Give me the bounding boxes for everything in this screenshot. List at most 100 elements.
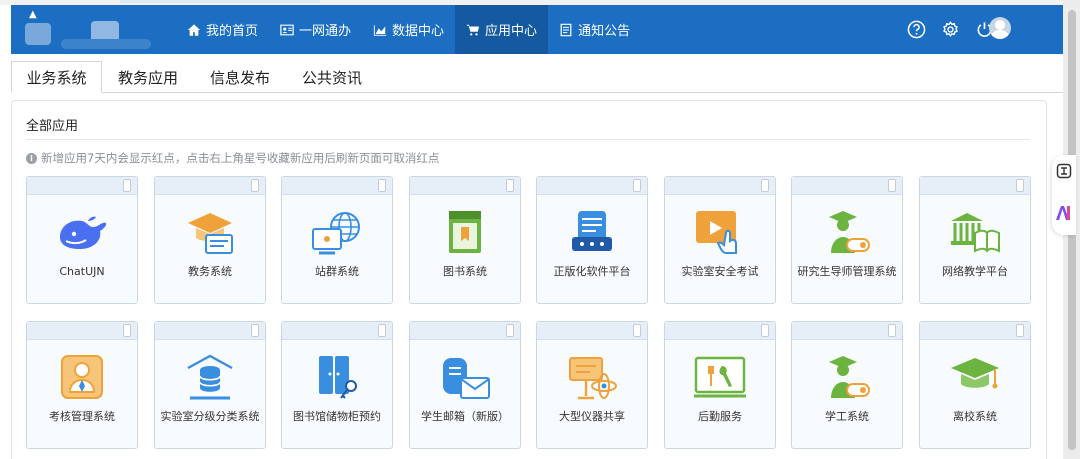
tab-info-publish[interactable]: 信息发布: [199, 61, 281, 93]
database-classify-icon: [187, 354, 233, 400]
app-card-online-teaching[interactable]: 网络教学平台: [919, 176, 1031, 304]
card-header: [537, 177, 647, 195]
site-logo[interactable]: ▲: [25, 9, 155, 51]
nav-item-notices[interactable]: 通知公告: [548, 5, 641, 54]
logo-blur-block: [61, 39, 151, 49]
favorite-toggle[interactable]: [251, 324, 259, 337]
app-label: 离校系统: [953, 410, 997, 423]
nav-item-data-center[interactable]: 数据中心: [362, 5, 455, 54]
nav-item-app-center[interactable]: 应用中心: [455, 5, 549, 54]
favorite-toggle[interactable]: [633, 324, 641, 337]
nav-item-label: 数据中心: [392, 24, 445, 39]
tab-teaching-apps[interactable]: 教务应用: [107, 61, 189, 93]
card-header: [665, 322, 775, 340]
app-label: 站群系统: [315, 265, 359, 278]
app-card-lab-classification[interactable]: 实验室分级分类系统: [154, 321, 266, 449]
settings-icon: [942, 21, 958, 37]
favorite-toggle[interactable]: [251, 179, 259, 192]
ai-assistant-icon[interactable]: [1055, 205, 1073, 221]
id-card-icon: [280, 24, 294, 35]
home-icon: [187, 23, 201, 36]
app-card-assessment[interactable]: 考核管理系统: [26, 321, 138, 449]
favorite-toggle[interactable]: [633, 179, 641, 192]
app-card-instrument-sharing[interactable]: 大型仪器共享: [536, 321, 648, 449]
nav-item-label: 我的首页: [206, 24, 259, 39]
app-card-logistics[interactable]: 后勤服务: [664, 321, 776, 449]
favorite-toggle[interactable]: [888, 324, 896, 337]
graduation-cap-icon: [188, 213, 233, 254]
favorite-toggle[interactable]: [123, 179, 131, 192]
card-header: [282, 177, 392, 195]
app-card-chatujn[interactable]: ChatUJN: [26, 176, 138, 304]
tip-text: 新增应用7天内会显示红点，点击右上角星号收藏新应用后刷新页面可取消红点: [41, 151, 440, 165]
app-card-site-cluster[interactable]: 站群系统: [281, 176, 393, 304]
web-globe-icon: [312, 212, 360, 255]
card-header: [27, 177, 137, 195]
app-label: 实验室安全考试: [681, 265, 759, 278]
favorite-toggle[interactable]: [506, 324, 514, 337]
app-label: 图书系统: [443, 265, 487, 278]
nav-item-one-stop[interactable]: 一网通办: [269, 5, 362, 54]
avatar[interactable]: [989, 17, 1011, 39]
app-label: 大型仪器共享: [559, 410, 625, 423]
info-icon: i: [26, 152, 37, 164]
app-label: 教务系统: [188, 265, 232, 278]
card-header: [410, 177, 520, 195]
translate-icon[interactable]: [1056, 163, 1072, 179]
graduate-mentor-icon: [829, 211, 870, 253]
student-mail-icon: [443, 358, 490, 399]
app-card-leave-school[interactable]: 离校系统: [919, 321, 1031, 449]
card-header: [792, 322, 902, 340]
app-card-student-affairs[interactable]: 学工系统: [791, 321, 903, 449]
card-header: [920, 322, 1030, 340]
card-header: [155, 322, 265, 340]
category-tabs: 业务系统 教务应用 信息发布 公共资讯: [11, 61, 1063, 93]
logo-blur-block: [25, 23, 51, 45]
card-header: [27, 322, 137, 340]
favorite-toggle[interactable]: [378, 179, 386, 192]
lab-exam-icon: [696, 211, 737, 254]
favorite-toggle[interactable]: [123, 324, 131, 337]
locker-icon: [319, 356, 357, 399]
favorite-toggle[interactable]: [1016, 179, 1024, 192]
instrument-share-icon: [569, 357, 617, 400]
settings-button[interactable]: [933, 5, 967, 54]
book-icon: [449, 211, 481, 253]
panel-title: 全部应用: [26, 119, 79, 134]
card-header: [792, 177, 902, 195]
card-header: [155, 177, 265, 195]
app-label: ChatUJN: [59, 265, 105, 278]
app-label: 网络教学平台: [942, 265, 1008, 278]
tab-public-news[interactable]: 公共资讯: [291, 61, 373, 93]
app-card-student-mail[interactable]: 学生邮箱（新版）: [409, 321, 521, 449]
online-teaching-icon: [951, 213, 1000, 253]
floating-toolbar: [1052, 155, 1076, 235]
app-card-academic-affairs[interactable]: 教务系统: [154, 176, 266, 304]
app-label: 后勤服务: [698, 410, 742, 423]
app-label: 学工系统: [825, 410, 869, 423]
favorite-toggle[interactable]: [378, 324, 386, 337]
app-card-library[interactable]: 图书系统: [409, 176, 521, 304]
app-card-mentor-management[interactable]: 研究生导师管理系统: [791, 176, 903, 304]
nav-item-label: 通知公告: [578, 24, 631, 39]
favorite-toggle[interactable]: [761, 179, 769, 192]
app-label: 图书馆储物柜预约: [293, 410, 381, 423]
app-card-licensed-software[interactable]: 正版化软件平台: [536, 176, 648, 304]
favorite-toggle[interactable]: [888, 179, 896, 192]
nav-menu: 我的首页 一网通办 数据中心 应用中心 通知公告: [176, 5, 641, 54]
favorite-toggle[interactable]: [761, 324, 769, 337]
area-chart-icon: [373, 24, 387, 36]
student-affairs-icon: [829, 356, 870, 398]
app-card-lab-safety-exam[interactable]: 实验室安全考试: [664, 176, 776, 304]
tab-business-systems[interactable]: 业务系统: [11, 61, 102, 93]
app-label: 学生邮箱（新版）: [421, 410, 509, 423]
logistics-tools-icon: [694, 356, 746, 398]
top-navbar: ▲ 我的首页 一网通办 数据中心 应用中心 通知公告: [11, 5, 1063, 54]
nav-item-home[interactable]: 我的首页: [176, 5, 269, 54]
help-button[interactable]: [899, 5, 933, 54]
favorite-toggle[interactable]: [506, 179, 514, 192]
app-card-locker-booking[interactable]: 图书馆储物柜预约: [281, 321, 393, 449]
app-label: 考核管理系统: [49, 410, 115, 423]
software-server-icon: [572, 211, 612, 251]
favorite-toggle[interactable]: [1016, 324, 1024, 337]
